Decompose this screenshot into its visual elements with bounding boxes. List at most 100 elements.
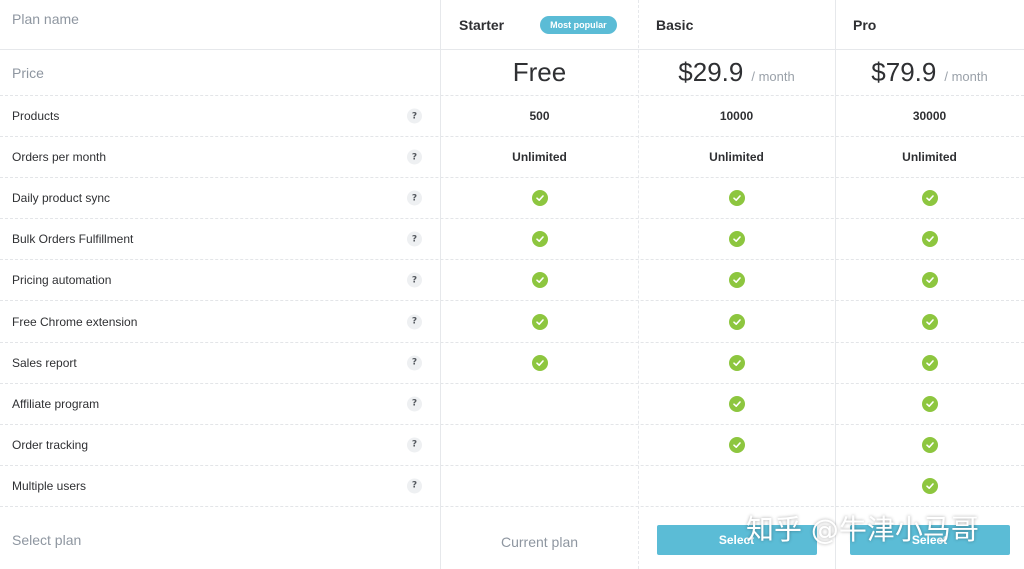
feature-value-cell: 500 — [441, 96, 638, 136]
column-divider — [440, 0, 441, 569]
select-plan-label: Select plan — [12, 532, 82, 548]
feature-value: Unlimited — [512, 150, 567, 165]
feature-row: Bulk Orders Fulfillment? — [0, 219, 1024, 261]
check-icon — [921, 477, 938, 494]
help-icon[interactable]: ? — [407, 272, 422, 288]
price-starter: Free — [441, 50, 638, 95]
price-period-pro: / month — [944, 69, 988, 84]
help-icon[interactable]: ? — [407, 437, 422, 453]
price-amount-starter: Free — [512, 57, 567, 87]
help-icon[interactable]: ? — [407, 314, 422, 330]
feature-value-cell — [441, 260, 638, 300]
select-basic-button[interactable]: Select — [656, 525, 817, 555]
feature-value-cell — [441, 384, 638, 424]
check-icon — [921, 436, 938, 453]
feature-value-cell: Unlimited — [835, 137, 1024, 177]
feature-value-cell — [835, 219, 1024, 259]
plan-name-pro: Pro — [853, 16, 877, 33]
price-amount-basic: $29.9 — [678, 57, 744, 87]
feature-label: Free Chrome extension — [12, 314, 138, 329]
feature-value-cell — [441, 425, 638, 465]
feature-row: Products? 500 10000 30000 — [0, 96, 1024, 138]
help-icon[interactable]: ? — [407, 355, 422, 371]
feature-value: 500 — [529, 109, 550, 124]
feature-value-cell — [835, 425, 1024, 465]
plan-name-label: Plan name — [12, 10, 79, 27]
feature-value-cell — [441, 219, 638, 259]
feature-label: Pricing automation — [12, 273, 112, 288]
help-icon[interactable]: ? — [407, 231, 422, 247]
current-plan-text: Current plan — [500, 534, 579, 550]
column-divider — [638, 0, 639, 569]
feature-value-cell — [835, 466, 1024, 506]
feature-label: Multiple users — [12, 478, 87, 493]
feature-value-cell — [638, 219, 835, 259]
feature-row: Sales report? — [0, 343, 1024, 384]
feature-value: 30000 — [912, 109, 947, 124]
plan-header-pro: Pro — [835, 0, 1024, 49]
feature-value: 10000 — [719, 109, 754, 124]
feature-value-cell — [835, 178, 1024, 218]
price-amount-pro: $79.9 — [871, 57, 937, 87]
check-icon — [728, 313, 745, 330]
check-icon — [531, 231, 548, 248]
feature-value-cell — [441, 343, 638, 383]
feature-label: Daily product sync — [12, 191, 111, 206]
check-icon — [728, 190, 745, 207]
footer-row: Select plan Current plan Select Select — [0, 507, 1024, 569]
help-icon[interactable]: ? — [407, 190, 422, 206]
price-row: Price Free $29.9 / month $79.9 / month — [0, 50, 1024, 96]
feature-value-cell — [835, 260, 1024, 300]
help-icon[interactable]: ? — [407, 396, 422, 412]
feature-value-cell — [638, 260, 835, 300]
feature-value-cell — [835, 302, 1024, 342]
help-icon[interactable]: ? — [407, 478, 422, 494]
feature-value-cell — [441, 178, 638, 218]
feature-value-cell: Unlimited — [638, 137, 835, 177]
feature-value-cell — [638, 343, 835, 383]
check-icon — [728, 231, 745, 248]
feature-value-cell: 10000 — [638, 96, 835, 136]
price-period-basic: / month — [751, 69, 795, 84]
feature-value-cell — [638, 466, 835, 506]
check-icon — [728, 272, 745, 289]
check-icon — [728, 395, 745, 412]
price-basic: $29.9 / month — [638, 50, 835, 95]
help-icon[interactable]: ? — [407, 149, 422, 165]
check-icon — [728, 354, 745, 371]
feature-label: Orders per month — [12, 150, 107, 165]
feature-value-cell — [835, 384, 1024, 424]
feature-value-cell — [441, 302, 638, 342]
check-icon — [531, 272, 548, 289]
check-icon — [921, 354, 938, 371]
feature-label: Order tracking — [12, 437, 89, 452]
feature-value-cell: Unlimited — [441, 137, 638, 177]
select-pro-button[interactable]: Select — [849, 525, 1010, 555]
feature-value: Unlimited — [709, 150, 764, 165]
feature-value-cell: 30000 — [835, 96, 1024, 136]
select-cell-pro: Select — [835, 509, 1024, 569]
feature-row: Multiple users? — [0, 466, 1024, 507]
feature-row: Order tracking? — [0, 425, 1024, 466]
check-icon — [921, 272, 938, 289]
most-popular-badge: Most popular — [540, 15, 617, 34]
feature-value: Unlimited — [902, 150, 957, 165]
select-cell-basic: Select — [638, 509, 835, 569]
feature-label: Affiliate program — [12, 396, 100, 411]
check-icon — [531, 354, 548, 371]
price-label: Price — [12, 64, 44, 81]
feature-row: Daily product sync? — [0, 178, 1024, 220]
plan-name-starter: Starter — [459, 16, 505, 33]
feature-row: Affiliate program? — [0, 384, 1024, 425]
feature-row: Pricing automation? — [0, 260, 1024, 302]
feature-value-cell — [638, 178, 835, 218]
feature-value-cell — [638, 425, 835, 465]
feature-label: Sales report — [12, 355, 77, 370]
check-icon — [921, 231, 938, 248]
feature-row: Free Chrome extension? — [0, 302, 1024, 343]
feature-value-cell — [835, 343, 1024, 383]
help-icon[interactable]: ? — [407, 108, 422, 124]
check-icon — [728, 436, 745, 453]
plan-header-starter: Starter Most popular — [441, 0, 638, 49]
feature-row: Orders per month? Unlimited Unlimited Unlim… — [0, 137, 1024, 179]
